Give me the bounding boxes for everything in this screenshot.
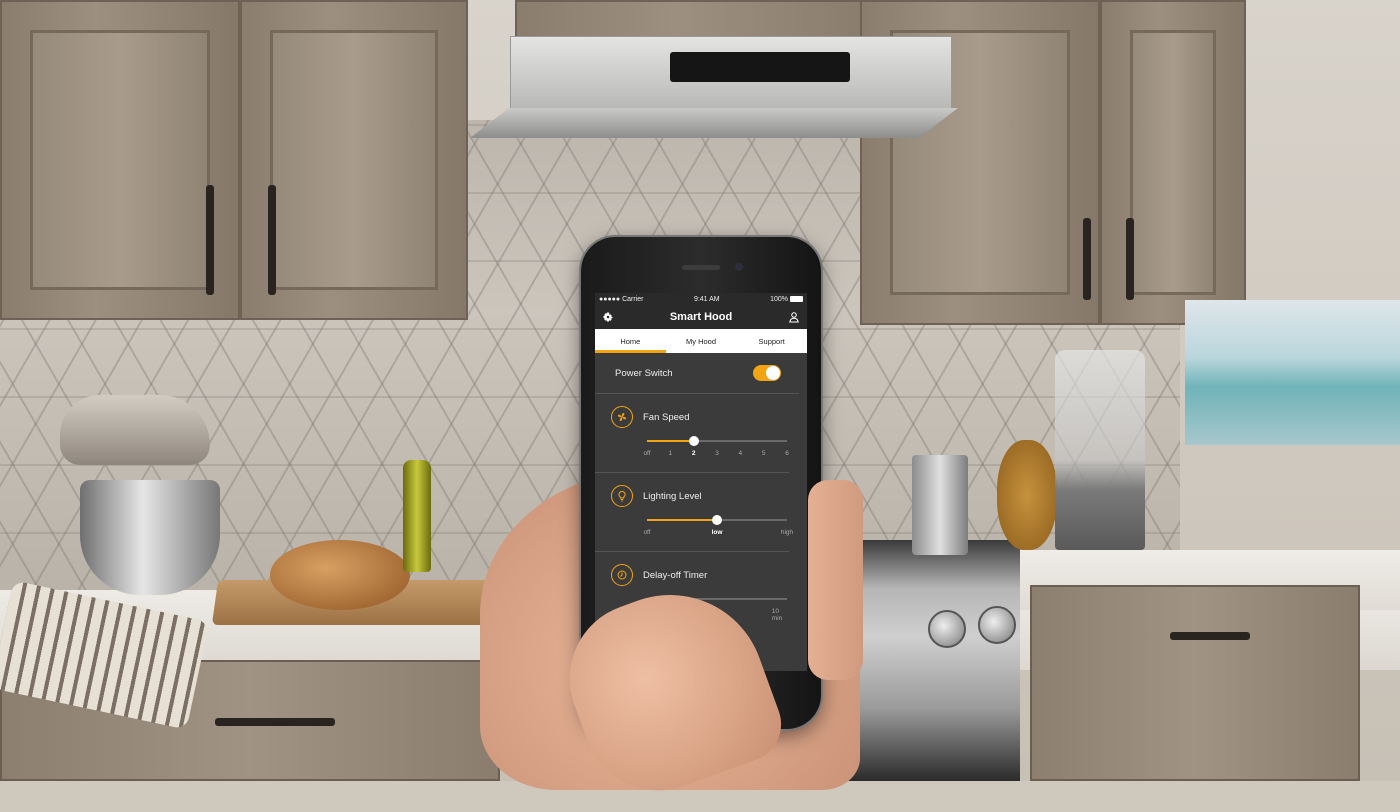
lighting-level-slider[interactable]: [647, 515, 787, 525]
battery-label: 100%: [770, 295, 788, 303]
status-bar: ●●●●● Carrier 9:41 AM 100%: [595, 293, 807, 305]
lighting-level-tick: low: [711, 529, 723, 536]
lighting-level-section: Lighting Level off low high: [595, 473, 793, 552]
drawer-handle: [1170, 632, 1250, 640]
battery-icon: [789, 295, 803, 302]
fan-speed-tick: 4: [738, 450, 743, 457]
clock-icon: [611, 564, 633, 586]
fan-speed-tick: 5: [761, 450, 766, 457]
battery-status: 100%: [770, 296, 803, 303]
clock-label: 9:41 AM: [693, 295, 720, 303]
stand-mixer: [50, 395, 240, 615]
pineapple: [997, 440, 1057, 550]
fan-speed-section: Fan Speed off 1 2 3 4 5 6: [595, 394, 789, 473]
fingers: [808, 480, 863, 680]
phone-speaker: [682, 265, 720, 270]
lighting-level-ticks: off low high: [643, 529, 793, 539]
app-title: Smart Hood: [669, 311, 733, 323]
cabinet-handle: [1126, 218, 1134, 300]
fan-speed-slider[interactable]: [647, 436, 787, 446]
carrier-label: ●●●●● Carrier: [599, 295, 644, 303]
fan-speed-tick: 3: [715, 450, 719, 457]
delay-off-timer-label: Delay-off Timer: [643, 569, 708, 581]
power-switch-row: Power Switch: [595, 353, 799, 394]
fan-speed-label: Fan Speed: [643, 411, 690, 423]
cabinet-handle: [268, 185, 276, 295]
fan-speed-tick: off: [643, 450, 651, 457]
timer-end-tick: 10 min: [771, 608, 783, 622]
tab-home[interactable]: Home: [595, 329, 666, 353]
power-switch-label: Power Switch: [615, 367, 673, 379]
fan-icon: [611, 406, 633, 428]
range-hood: [470, 36, 958, 138]
user-icon[interactable]: [787, 310, 801, 324]
bread-loaf: [270, 540, 410, 610]
wall-painting: [1185, 300, 1400, 445]
gear-icon[interactable]: [601, 310, 615, 324]
fan-speed-tick: 1: [668, 450, 673, 457]
app-header: Smart Hood: [595, 305, 807, 329]
cabinet-handle: [206, 185, 214, 295]
blender: [1055, 350, 1145, 550]
lightbulb-icon: [611, 485, 633, 507]
lighting-level-slider-thumb[interactable]: [712, 515, 722, 525]
fan-speed-tick: 2: [691, 450, 696, 457]
lighting-level-tick: high: [780, 529, 794, 536]
fan-speed-ticks: off 1 2 3 4 5 6: [643, 450, 789, 460]
oil-bottle: [403, 460, 431, 572]
lighting-level-tick: off: [643, 529, 651, 536]
upper-cabinet-left: [0, 0, 240, 320]
fan-speed-tick: 6: [785, 450, 789, 457]
lower-cabinet-right: [1030, 585, 1360, 781]
camera-icon: [735, 263, 743, 271]
tab-my-hood[interactable]: My Hood: [666, 329, 737, 353]
fan-speed-slider-thumb[interactable]: [688, 436, 699, 446]
upper-cabinet-right-2: [1100, 0, 1246, 325]
utensil-crock: [912, 455, 968, 555]
lighting-level-label: Lighting Level: [643, 490, 702, 502]
cabinet-handle: [1083, 218, 1091, 300]
tab-bar: Home My Hood Support: [595, 329, 807, 353]
power-toggle[interactable]: [753, 365, 781, 381]
drawer-handle: [215, 718, 335, 726]
tab-support[interactable]: Support: [736, 329, 807, 353]
